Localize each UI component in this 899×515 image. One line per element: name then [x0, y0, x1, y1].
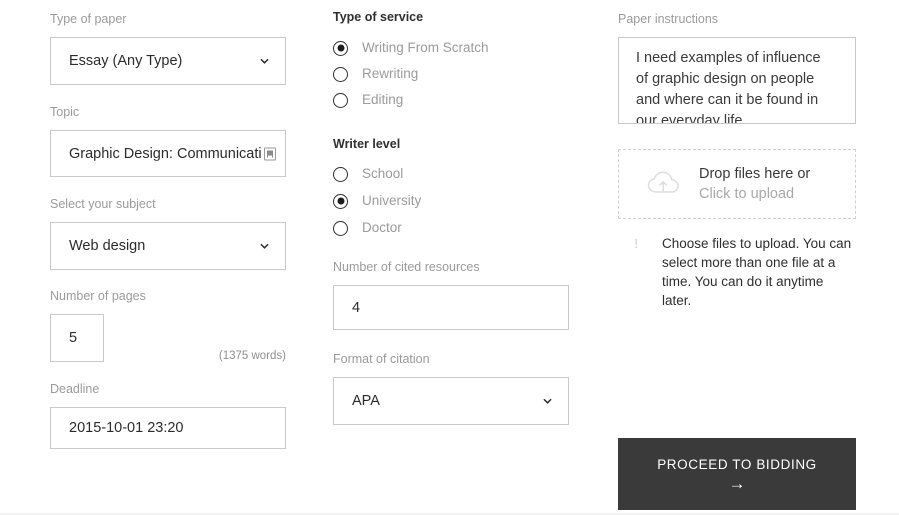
field-number-of-pages: Number of pages 5 (1375 words)	[50, 288, 286, 362]
arrow-right-icon: →	[728, 473, 746, 493]
select-type-of-paper[interactable]: Essay (Any Type)	[50, 37, 286, 85]
input-cited-resources-value: 4	[352, 300, 361, 315]
label-type-of-paper: Type of paper	[50, 12, 127, 26]
field-topic: Topic Graphic Design: Communicatin	[50, 104, 286, 177]
dropzone-line-1: Drop files here or	[699, 166, 811, 182]
select-subject[interactable]: Web design	[50, 222, 286, 270]
upload-note: ! Choose files to upload. You can select…	[618, 234, 856, 310]
radio-icon-selected	[333, 40, 348, 56]
label-writer-level: Writer level	[333, 137, 401, 151]
radio-doctor[interactable]: Doctor	[333, 219, 402, 237]
radio-label: Writing From Scratch	[362, 40, 489, 56]
field-format-of-citation: Format of citation APA	[333, 351, 569, 425]
field-writer-level: Writer level	[333, 136, 400, 152]
select-format-of-citation[interactable]: APA	[333, 377, 569, 425]
textarea-paper-instructions[interactable]: I need examples of influence of graphic …	[618, 37, 856, 124]
field-cited-resources: Number of cited resources 4	[333, 259, 569, 330]
order-form-page: Type of paper Essay (Any Type) Topic Gra…	[0, 0, 899, 515]
radio-label: Rewriting	[362, 66, 419, 82]
label-subject: Select your subject	[50, 197, 156, 211]
file-dropzone[interactable]: Drop files here or Click to upload	[618, 149, 856, 219]
select-type-of-paper-value: Essay (Any Type)	[69, 53, 183, 69]
input-deadline[interactable]: 2015-10-01 23:20	[50, 407, 286, 449]
chevron-down-icon	[543, 397, 552, 406]
upload-note-text: Choose files to upload. You can select m…	[662, 236, 852, 308]
label-paper-instructions: Paper instructions	[618, 12, 719, 26]
radio-icon	[333, 66, 348, 82]
radio-writing-from-scratch[interactable]: Writing From Scratch	[333, 39, 489, 57]
radio-icon	[333, 220, 348, 236]
field-type-of-service: Type of service	[333, 9, 423, 25]
input-cited-resources[interactable]: 4	[333, 285, 569, 330]
proceed-to-bidding-button[interactable]: PROCEED TO BIDDING →	[618, 438, 856, 510]
input-number-of-pages-value: 5	[69, 330, 78, 346]
chevron-down-icon	[260, 57, 269, 66]
radio-label: Editing	[362, 92, 404, 108]
input-topic[interactable]: Graphic Design: Communicatin	[50, 130, 286, 177]
input-number-of-pages[interactable]: 5	[50, 314, 104, 362]
radio-university[interactable]: University	[333, 192, 421, 210]
select-format-of-citation-value: APA	[352, 393, 380, 409]
label-deadline: Deadline	[50, 382, 100, 396]
radio-icon	[333, 92, 348, 108]
radio-label: Doctor	[362, 220, 402, 236]
words-count-hint: (1375 words)	[218, 350, 286, 362]
field-paper-instructions: Paper instructions	[618, 11, 718, 27]
field-type-of-paper: Type of paper Essay (Any Type)	[50, 11, 286, 85]
field-deadline: Deadline 2015-10-01 23:20	[50, 381, 286, 449]
label-type-of-service: Type of service	[333, 10, 424, 24]
radio-icon	[333, 166, 348, 182]
input-topic-value: Graphic Design: Communicatin	[69, 146, 261, 161]
radio-editing[interactable]: Editing	[333, 91, 403, 109]
field-subject: Select your subject Web design	[50, 196, 286, 270]
radio-school[interactable]: School	[333, 165, 403, 183]
label-cited-resources: Number of cited resources	[333, 260, 480, 274]
radio-icon-selected	[333, 193, 348, 209]
select-subject-value: Web design	[69, 238, 146, 254]
label-topic: Topic	[50, 105, 80, 119]
radio-label: University	[362, 193, 422, 209]
input-deadline-value: 2015-10-01 23:20	[69, 420, 184, 436]
cloud-upload-icon	[645, 169, 685, 199]
dropzone-line-2: Click to upload	[699, 186, 795, 202]
text-field-icon	[264, 147, 276, 160]
proceed-to-bidding-label: PROCEED TO BIDDING	[657, 456, 817, 472]
radio-rewriting[interactable]: Rewriting	[333, 65, 418, 83]
dropzone-text: Drop files here or Click to upload	[699, 164, 810, 204]
label-format-of-citation: Format of citation	[333, 352, 430, 366]
textarea-paper-instructions-value: I need examples of influence of graphic …	[636, 50, 821, 124]
radio-label: School	[362, 166, 404, 182]
chevron-down-icon	[260, 242, 269, 251]
label-number-of-pages: Number of pages	[50, 289, 146, 303]
info-icon: !	[634, 236, 639, 251]
